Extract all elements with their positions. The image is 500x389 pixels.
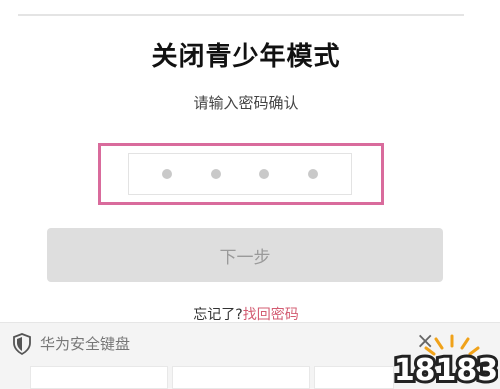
keyboard-key[interactable] — [314, 366, 394, 389]
keyboard-key[interactable] — [30, 366, 168, 389]
pin-dot — [259, 169, 270, 179]
forgot-password-row: 忘记了?找回密码 — [0, 304, 492, 324]
shield-icon — [13, 333, 31, 355]
recover-password-link[interactable]: 找回密码 — [243, 307, 299, 323]
watermark-logo: 18183 — [391, 334, 498, 389]
pin-dot — [210, 169, 221, 179]
keyboard-key[interactable] — [172, 366, 310, 389]
pin-dot — [162, 169, 173, 179]
pin-input[interactable] — [128, 153, 352, 195]
password-prompt: 请输入密码确认 — [193, 94, 299, 112]
forgot-text: 忘记了? — [193, 307, 243, 323]
watermark-text: 18183 — [394, 353, 498, 388]
pin-input-highlight — [98, 143, 384, 205]
keyboard-title: 华为安全键盘 — [40, 335, 131, 353]
page-title: 关闭青少年模式 — [151, 42, 341, 72]
pin-dot — [307, 169, 318, 179]
next-step-button[interactable]: 下一步 — [47, 228, 443, 282]
top-divider — [18, 14, 464, 16]
